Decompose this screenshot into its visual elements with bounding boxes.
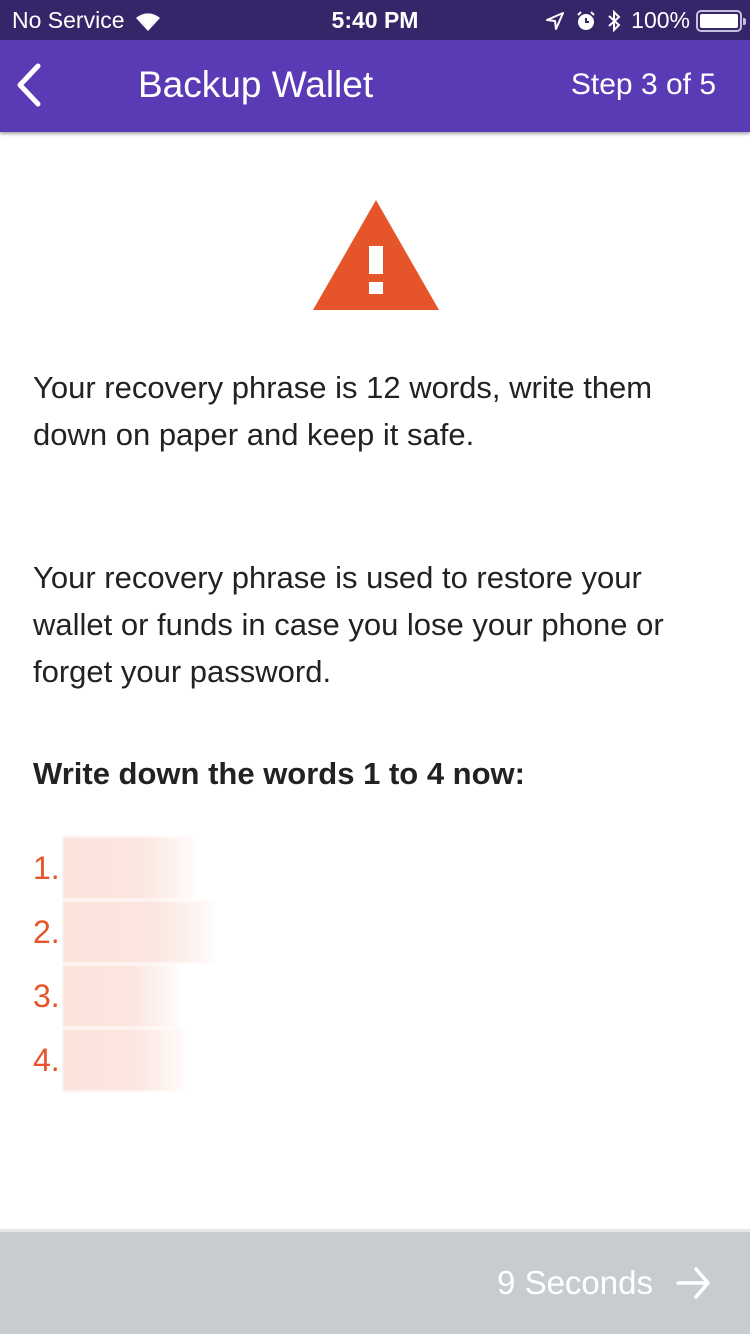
status-right: 100% [535,7,746,34]
step-indicator: Step 3 of 5 [570,68,716,101]
instruction-paragraph-1: Your recovery phrase is 12 words, write … [33,370,653,452]
words-heading: Write down the words 1 to 4 now: [33,756,525,791]
list-item: 4. [33,1028,213,1092]
countdown-label: 9 Seconds [497,1264,653,1301]
word-number: 3. [33,977,60,1014]
page-title: Backup Wallet [138,64,374,105]
location-icon [545,11,565,31]
list-item: 2. [33,900,213,964]
word-number: 1. [33,849,60,886]
recovery-word-list: 1. 2. 3. 4. [33,836,213,1092]
instruction-paragraph-2: Your recovery phrase is used to restore … [33,560,664,689]
alarm-icon [575,10,597,32]
hidden-word [63,1029,183,1091]
chevron-left-icon [17,63,41,107]
arrow-right-icon [676,1267,710,1299]
battery-percent: 100% [631,7,690,33]
nav-bar: Backup Wallet Step 3 of 5 [0,40,750,132]
hidden-word [63,965,178,1027]
next-button[interactable]: 9 Seconds [0,1232,750,1334]
word-number: 4. [33,1041,60,1078]
warning-triangle-icon [313,200,439,310]
hidden-word [63,901,213,963]
hidden-word [63,837,193,899]
list-item: 1. [33,836,213,900]
list-item: 3. [33,964,213,1028]
status-bar: No Service 5:40 PM 100% [0,0,750,40]
back-button[interactable] [14,62,54,108]
word-number: 2. [33,913,60,950]
battery-icon [696,9,746,32]
bluetooth-icon [607,9,621,32]
